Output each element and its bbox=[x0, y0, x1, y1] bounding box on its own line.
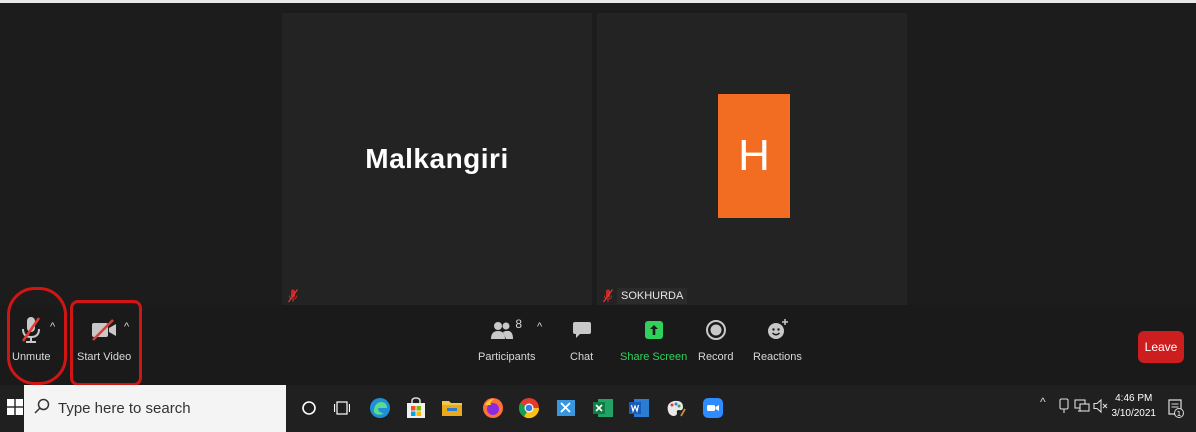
system-clock[interactable]: 4:46 PM 3/10/2021 bbox=[1112, 391, 1157, 421]
edge-icon[interactable] bbox=[369, 397, 391, 419]
participants-label: Participants bbox=[478, 351, 536, 363]
volume-muted-icon[interactable] bbox=[1093, 398, 1109, 417]
reactions-button[interactable]: Reactions bbox=[753, 315, 802, 363]
file-explorer-icon[interactable] bbox=[441, 397, 463, 419]
share-screen-label: Share Screen bbox=[620, 351, 688, 363]
participants-options-caret[interactable]: ^ bbox=[537, 321, 542, 333]
zoom-meeting-window: Malkangiri H SOKHURDA Unmute ^ Start Vid… bbox=[0, 0, 1196, 432]
clock-time: 4:46 PM bbox=[1115, 393, 1153, 404]
notifications-count: 1 bbox=[1177, 410, 1181, 418]
participant-avatar: H bbox=[718, 94, 790, 218]
network-icon[interactable] bbox=[1074, 398, 1090, 417]
zoom-icon[interactable] bbox=[702, 397, 724, 419]
reactions-icon bbox=[765, 315, 789, 345]
tile-footer: SOKHURDA bbox=[597, 285, 693, 307]
windows-start-icon[interactable] bbox=[7, 399, 23, 420]
share-screen-button[interactable]: Share Screen bbox=[620, 315, 687, 363]
show-hidden-icons[interactable]: ^ bbox=[1040, 395, 1046, 409]
search-icon bbox=[34, 398, 50, 419]
meeting-controls-toolbar: Unmute ^ Start Video ^ 8 Participants ^ … bbox=[0, 305, 1196, 384]
reactions-label: Reactions bbox=[753, 351, 802, 363]
taskbar-search-box[interactable]: Type here to search bbox=[24, 385, 286, 432]
participant-tile-sokhurda[interactable]: H SOKHURDA bbox=[597, 13, 907, 307]
chat-label: Chat bbox=[570, 351, 594, 363]
record-label: Record bbox=[698, 351, 734, 363]
chrome-icon[interactable] bbox=[518, 397, 540, 419]
task-view-icon[interactable] bbox=[331, 397, 353, 419]
search-placeholder: Type here to search bbox=[58, 400, 191, 417]
avatar-initial: H bbox=[738, 131, 770, 180]
record-icon bbox=[705, 315, 727, 345]
snipping-tool-icon[interactable] bbox=[555, 397, 577, 419]
record-button[interactable]: Record bbox=[698, 315, 733, 363]
share-screen-icon bbox=[643, 315, 665, 345]
participants-icon: 8 bbox=[491, 315, 522, 345]
notifications-icon[interactable]: 1 bbox=[1168, 399, 1184, 424]
store-icon[interactable] bbox=[405, 397, 427, 419]
muted-mic-icon bbox=[288, 289, 298, 303]
chat-button[interactable]: Chat bbox=[570, 315, 593, 363]
annotation-circle-unmute bbox=[7, 287, 67, 385]
leave-button[interactable]: Leave bbox=[1138, 331, 1184, 363]
participant-name-large: Malkangiri bbox=[365, 143, 509, 174]
paint-icon[interactable] bbox=[664, 397, 686, 419]
participants-count: 8 bbox=[515, 317, 523, 331]
clock-date: 3/10/2021 bbox=[1111, 408, 1157, 419]
windows-taskbar: Type here to search ^ 4:46 PM 3/10/2021 … bbox=[0, 385, 1196, 432]
video-gallery: Malkangiri H SOKHURDA bbox=[0, 3, 1196, 307]
chat-icon bbox=[572, 315, 592, 345]
participant-tile-malkangiri[interactable]: Malkangiri bbox=[282, 13, 592, 307]
meet-now-icon[interactable] bbox=[1058, 398, 1070, 417]
firefox-icon[interactable] bbox=[482, 397, 504, 419]
participants-button[interactable]: 8 Participants bbox=[478, 315, 535, 363]
tile-footer bbox=[282, 285, 304, 307]
word-icon[interactable] bbox=[628, 397, 650, 419]
excel-icon[interactable] bbox=[592, 397, 614, 419]
participant-name-label: SOKHURDA bbox=[617, 288, 688, 304]
annotation-box-start-video bbox=[70, 300, 142, 386]
cortana-icon[interactable] bbox=[298, 397, 320, 419]
muted-mic-icon bbox=[603, 289, 613, 303]
